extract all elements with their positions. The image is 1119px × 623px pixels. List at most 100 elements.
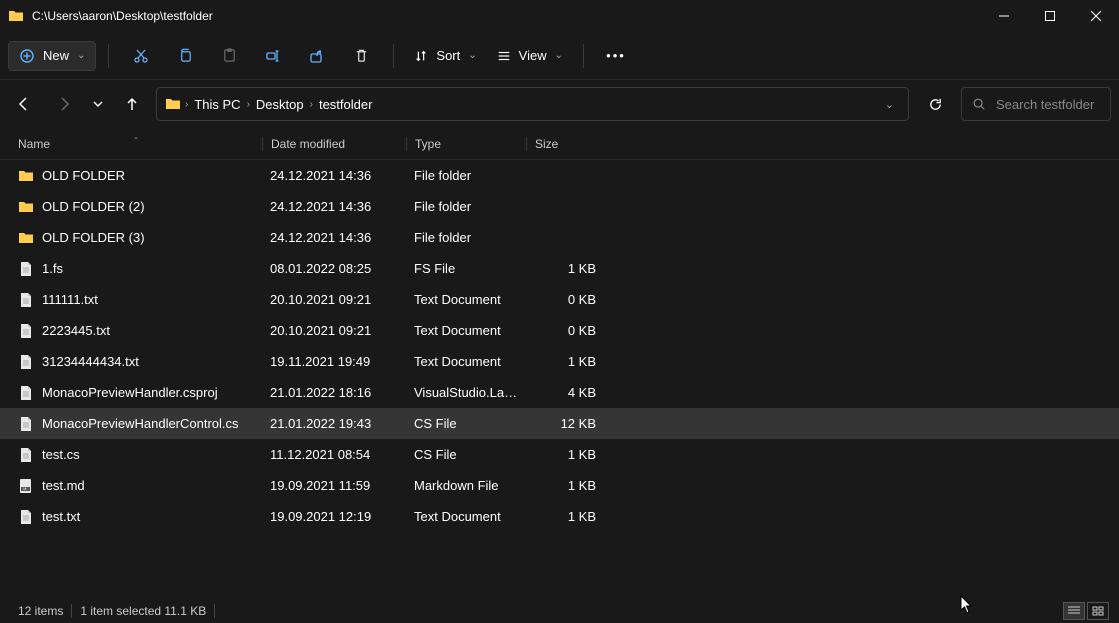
cell-size: 1 KB bbox=[526, 261, 604, 276]
table-row[interactable]: OLD FOLDER (3)24.12.2021 14:36File folde… bbox=[0, 222, 1119, 253]
file-name: MonacoPreviewHandler.csproj bbox=[42, 385, 218, 400]
view-icon bbox=[497, 49, 511, 63]
details-view-button[interactable] bbox=[1063, 602, 1085, 620]
file-list: OLD FOLDER24.12.2021 14:36File folderOLD… bbox=[0, 160, 1119, 532]
header-type[interactable]: Type bbox=[406, 137, 526, 151]
separator bbox=[583, 44, 584, 68]
table-row[interactable]: OLD FOLDER 24.12.2021 14:36File folder bbox=[0, 160, 1119, 191]
table-row[interactable]: MonacoPreviewHandler.csproj 21.01.2022 18… bbox=[0, 377, 1119, 408]
cell-type: Text Document bbox=[406, 509, 526, 524]
cell-date: 11.12.2021 08:54 bbox=[262, 447, 406, 462]
sort-label: Sort bbox=[436, 48, 460, 63]
view-button[interactable]: View ⌄ bbox=[489, 42, 571, 69]
cell-size: 0 KB bbox=[526, 323, 604, 338]
cell-name: MonacoPreviewHandler.csproj bbox=[10, 385, 262, 401]
file-icon bbox=[18, 447, 34, 463]
cell-size: 0 KB bbox=[526, 292, 604, 307]
cell-type: CS File bbox=[406, 416, 526, 431]
cut-button[interactable] bbox=[121, 38, 161, 74]
separator bbox=[108, 44, 109, 68]
cell-name: MonacoPreviewHandlerControl.cs bbox=[10, 416, 262, 432]
cell-type: File folder bbox=[406, 199, 526, 214]
rename-button[interactable] bbox=[253, 38, 293, 74]
back-button[interactable] bbox=[8, 88, 40, 120]
cell-date: 24.12.2021 14:36 bbox=[262, 168, 406, 183]
file-name: 1.fs bbox=[42, 261, 63, 276]
cell-type: File folder bbox=[406, 168, 526, 183]
breadcrumb-item[interactable]: testfolder bbox=[313, 97, 378, 112]
search-placeholder: Search testfolder bbox=[996, 97, 1094, 112]
chevron-down-icon[interactable]: ⌄ bbox=[879, 98, 900, 111]
file-name: OLD FOLDER bbox=[42, 168, 125, 183]
file-name: 31234444434.txt bbox=[42, 354, 139, 369]
refresh-button[interactable] bbox=[917, 87, 953, 121]
thumbnails-view-button[interactable] bbox=[1087, 602, 1109, 620]
file-name: OLD FOLDER (3) bbox=[42, 230, 145, 245]
cell-date: 24.12.2021 14:36 bbox=[262, 230, 406, 245]
header-name[interactable]: Name⌃ bbox=[10, 137, 262, 151]
table-row[interactable]: test.txt 19.09.2021 12:19Text Document1 K… bbox=[0, 501, 1119, 532]
chevron-down-icon: ⌄ bbox=[468, 50, 476, 61]
cell-size: 1 KB bbox=[526, 354, 604, 369]
cell-name: test.cs bbox=[10, 447, 262, 463]
breadcrumb-item[interactable]: This PC bbox=[188, 97, 246, 112]
cell-date: 21.01.2022 19:43 bbox=[262, 416, 406, 431]
file-name: 111111.txt bbox=[42, 292, 98, 307]
file-icon: M↓ bbox=[18, 478, 34, 494]
paste-button[interactable] bbox=[209, 38, 249, 74]
table-row[interactable]: MonacoPreviewHandlerControl.cs21.01.2022… bbox=[0, 408, 1119, 439]
up-button[interactable] bbox=[116, 88, 148, 120]
table-row[interactable]: 31234444434.txt 19.11.2021 19:49Text Docu… bbox=[0, 346, 1119, 377]
forward-button[interactable] bbox=[48, 88, 80, 120]
cell-date: 19.11.2021 19:49 bbox=[262, 354, 406, 369]
cell-name: 31234444434.txt bbox=[10, 354, 262, 370]
header-date[interactable]: Date modified bbox=[262, 137, 406, 151]
close-button[interactable] bbox=[1073, 0, 1119, 32]
file-icon bbox=[18, 323, 34, 339]
status-selection: 1 item selected 11.1 KB bbox=[72, 604, 215, 618]
status-count: 12 items bbox=[10, 604, 72, 618]
delete-button[interactable] bbox=[341, 38, 381, 74]
table-row[interactable]: 1.fs08.01.2022 08:25FS File1 KB bbox=[0, 253, 1119, 284]
cell-date: 20.10.2021 09:21 bbox=[262, 292, 406, 307]
cell-name: 111111.txt bbox=[10, 292, 262, 308]
file-name: test.txt bbox=[42, 509, 80, 524]
cell-type: Text Document bbox=[406, 354, 526, 369]
recent-button[interactable] bbox=[88, 88, 108, 120]
table-row[interactable]: M↓test.md19.09.2021 11:59Markdown File1 … bbox=[0, 470, 1119, 501]
cell-name: OLD FOLDER (3) bbox=[10, 230, 262, 246]
cell-date: 19.09.2021 12:19 bbox=[262, 509, 406, 524]
search-input[interactable]: Search testfolder bbox=[961, 87, 1111, 121]
table-row[interactable]: 111111.txt20.10.2021 09:21Text Document0… bbox=[0, 284, 1119, 315]
cell-size: 4 KB bbox=[526, 385, 604, 400]
table-row[interactable]: test.cs11.12.2021 08:54CS File1 KB bbox=[0, 439, 1119, 470]
cell-type: VisualStudio.Laun... bbox=[406, 385, 526, 400]
table-row[interactable]: 2223445.txt20.10.2021 09:21Text Document… bbox=[0, 315, 1119, 346]
file-name: test.cs bbox=[42, 447, 80, 462]
file-name: test.md bbox=[42, 478, 85, 493]
minimize-button[interactable] bbox=[981, 0, 1027, 32]
table-row[interactable]: OLD FOLDER (2)24.12.2021 14:36File folde… bbox=[0, 191, 1119, 222]
address-bar[interactable]: › This PC › Desktop › testfolder ⌄ bbox=[156, 87, 909, 121]
window-title: C:\Users\aaron\Desktop\testfolder bbox=[32, 9, 981, 23]
header-size[interactable]: Size bbox=[526, 137, 604, 151]
cell-size: 1 KB bbox=[526, 447, 604, 462]
file-icon bbox=[18, 385, 34, 401]
cell-size: 1 KB bbox=[526, 509, 604, 524]
new-button[interactable]: New ⌄ bbox=[8, 41, 96, 71]
sort-button[interactable]: Sort ⌄ bbox=[406, 42, 484, 69]
folder-icon bbox=[8, 8, 24, 24]
file-name: OLD FOLDER (2) bbox=[42, 199, 145, 214]
more-button[interactable]: ••• bbox=[596, 38, 636, 74]
copy-button[interactable] bbox=[165, 38, 205, 74]
cell-name: test.txt bbox=[10, 509, 262, 525]
cell-size: 12 KB bbox=[526, 416, 604, 431]
breadcrumb-item[interactable]: Desktop bbox=[250, 97, 310, 112]
cell-date: 21.01.2022 18:16 bbox=[262, 385, 406, 400]
maximize-button[interactable] bbox=[1027, 0, 1073, 32]
folder-icon bbox=[18, 199, 34, 215]
cell-name: OLD FOLDER (2) bbox=[10, 199, 262, 215]
status-bar: 12 items 1 item selected 11.1 KB bbox=[0, 599, 1119, 623]
share-button[interactable] bbox=[297, 38, 337, 74]
svg-text:M↓: M↓ bbox=[23, 487, 28, 491]
